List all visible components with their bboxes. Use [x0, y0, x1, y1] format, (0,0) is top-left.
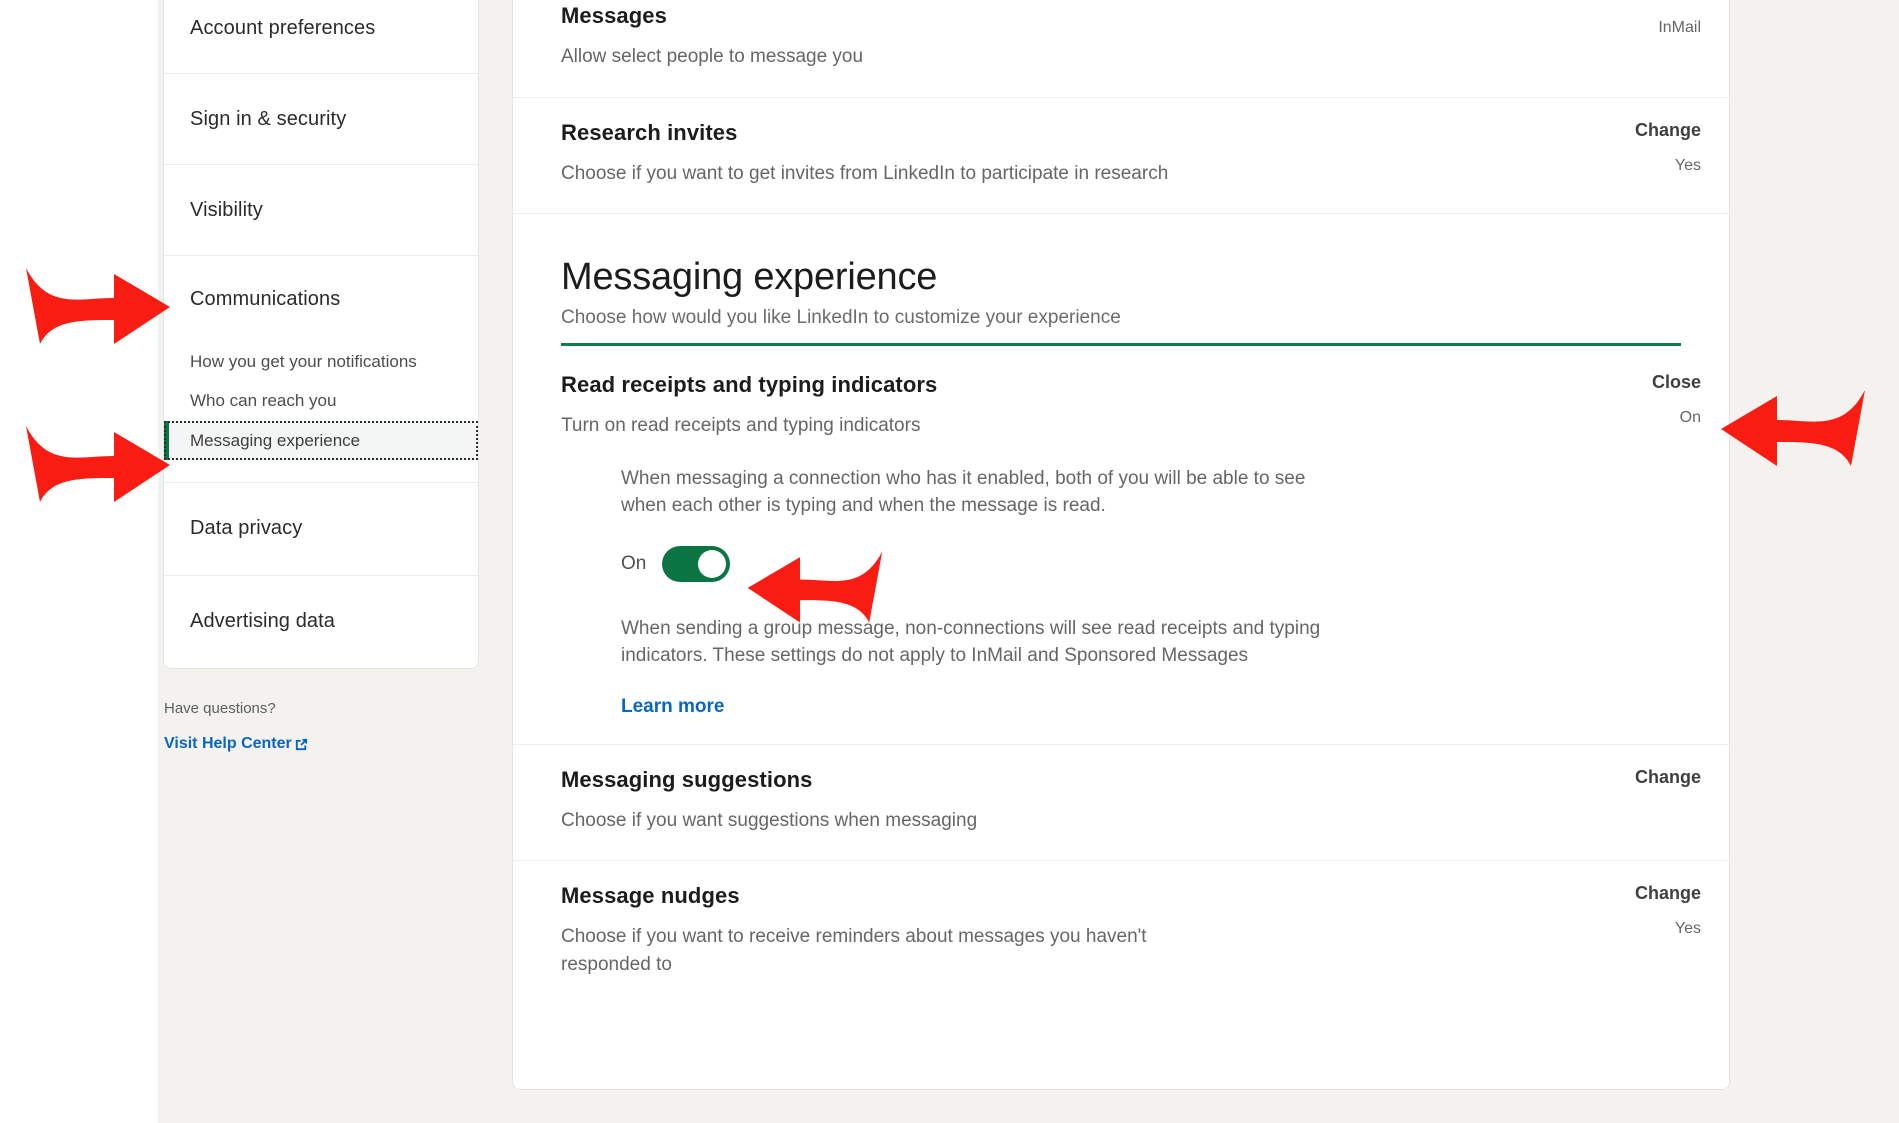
setting-row-research-invites: Research invites Choose if you want to g… — [513, 98, 1729, 215]
read-receipts-expanded-panel: When messaging a connection who has it e… — [561, 440, 1351, 718]
read-receipts-toggle-row: On — [621, 546, 1351, 582]
sidebar-section-advertising-data: Advertising data — [164, 576, 478, 668]
sidebar-subitem-label: Who can reach you — [190, 391, 336, 410]
setting-description: Turn on read receipts and typing indicat… — [561, 412, 1391, 440]
sidebar-item-visibility[interactable]: Visibility — [164, 165, 478, 255]
setting-title: Message nudges — [561, 883, 1681, 909]
sidebar-item-label: Communications — [190, 288, 340, 311]
sidebar-section-communications: Communications How you get your notifica… — [164, 256, 478, 483]
annotation-arrow-communications — [22, 258, 174, 354]
settings-content: Messages Allow select people to message … — [512, 0, 1730, 1090]
visit-help-center-label: Visit Help Center — [164, 735, 292, 753]
change-button[interactable]: Change — [1551, 883, 1701, 904]
change-button[interactable]: Change — [1551, 767, 1701, 788]
sidebar-item-label: Sign in & security — [190, 108, 346, 131]
setting-action-value: Yes — [1551, 157, 1701, 175]
section-header-messaging-experience: Messaging experience Choose how would yo… — [513, 214, 1729, 329]
help-block: Have questions? Visit Help Center — [164, 700, 464, 753]
sidebar-item-advertising-data[interactable]: Advertising data — [164, 576, 478, 668]
annotation-arrow-messaging-experience — [22, 416, 174, 512]
setting-row-messages: Messages Allow select people to message … — [513, 0, 1729, 98]
app-root: Account preferences Sign in & security V… — [0, 0, 1899, 1123]
sidebar-subitem-messaging-experience[interactable]: Messaging experience — [164, 421, 478, 460]
sidebar-item-label: Data privacy — [190, 517, 302, 540]
close-button[interactable]: Close — [1551, 372, 1701, 393]
settings-sidebar: Account preferences Sign in & security V… — [163, 0, 479, 669]
setting-action-value: Yes — [1551, 920, 1701, 938]
page-subtitle: Choose how would you like LinkedIn to cu… — [561, 307, 1681, 329]
setting-action: Close On — [1551, 372, 1701, 427]
setting-description: Allow select people to message you — [561, 43, 1391, 71]
sidebar-section-data-privacy: Data privacy — [164, 483, 478, 576]
setting-description: Choose if you want suggestions when mess… — [561, 807, 1391, 835]
sidebar-item-label: Account preferences — [190, 17, 375, 40]
setting-description: Choose if you want to get invites from L… — [561, 160, 1391, 188]
setting-description: Choose if you want to receive reminders … — [561, 923, 1201, 978]
setting-action: Change — [1551, 767, 1701, 804]
change-button[interactable]: Change — [1551, 120, 1701, 141]
sidebar-section-account: Account preferences — [164, 0, 478, 74]
setting-action: Change Yes — [1551, 120, 1701, 175]
sidebar-item-label: Visibility — [190, 199, 263, 222]
setting-row-message-nudges: Message nudges Choose if you want to rec… — [513, 861, 1729, 1004]
sidebar-item-account-preferences[interactable]: Account preferences — [164, 0, 478, 73]
sidebar-item-communications[interactable]: Communications — [164, 256, 478, 342]
sidebar-section-visibility: Visibility — [164, 165, 478, 256]
help-question: Have questions? — [164, 700, 464, 717]
setting-title: Read receipts and typing indicators — [561, 372, 1681, 398]
external-link-icon — [294, 737, 309, 752]
sidebar-item-data-privacy[interactable]: Data privacy — [164, 483, 478, 575]
setting-title: Messages — [561, 3, 1681, 29]
toggle-state-label: On — [621, 553, 646, 575]
read-receipts-toggle[interactable] — [662, 546, 730, 582]
page-title: Messaging experience — [561, 256, 1681, 299]
learn-more-link[interactable]: Learn more — [621, 696, 724, 718]
sidebar-item-sign-in-security[interactable]: Sign in & security — [164, 74, 478, 164]
visit-help-center-link[interactable]: Visit Help Center — [164, 735, 309, 753]
setting-title: Messaging suggestions — [561, 767, 1681, 793]
sidebar-subitem-label: How you get your notifications — [190, 352, 417, 371]
sidebar-item-label: Advertising data — [190, 610, 335, 633]
read-receipts-paragraph-2: When sending a group message, non-connec… — [621, 616, 1351, 670]
sidebar-subitem-label: Messaging experience — [190, 431, 360, 450]
sidebar-subitem-how-you-get-your-notifications[interactable]: How you get your notifications — [164, 342, 478, 381]
setting-row-read-receipts: Read receipts and typing indicators Turn… — [513, 346, 1729, 744]
read-receipts-paragraph-1: When messaging a connection who has it e… — [621, 466, 1351, 520]
sidebar-subitem-who-can-reach-you[interactable]: Who can reach you — [164, 381, 478, 420]
setting-action: InMail — [1551, 3, 1701, 37]
setting-row-messaging-suggestions: Messaging suggestions Choose if you want… — [513, 745, 1729, 862]
setting-action: Change Yes — [1551, 883, 1701, 938]
toggle-knob — [698, 550, 726, 578]
setting-action-value: InMail — [1551, 19, 1701, 37]
setting-action-value: On — [1551, 409, 1701, 427]
setting-title: Research invites — [561, 120, 1681, 146]
sidebar-section-signin: Sign in & security — [164, 74, 478, 165]
